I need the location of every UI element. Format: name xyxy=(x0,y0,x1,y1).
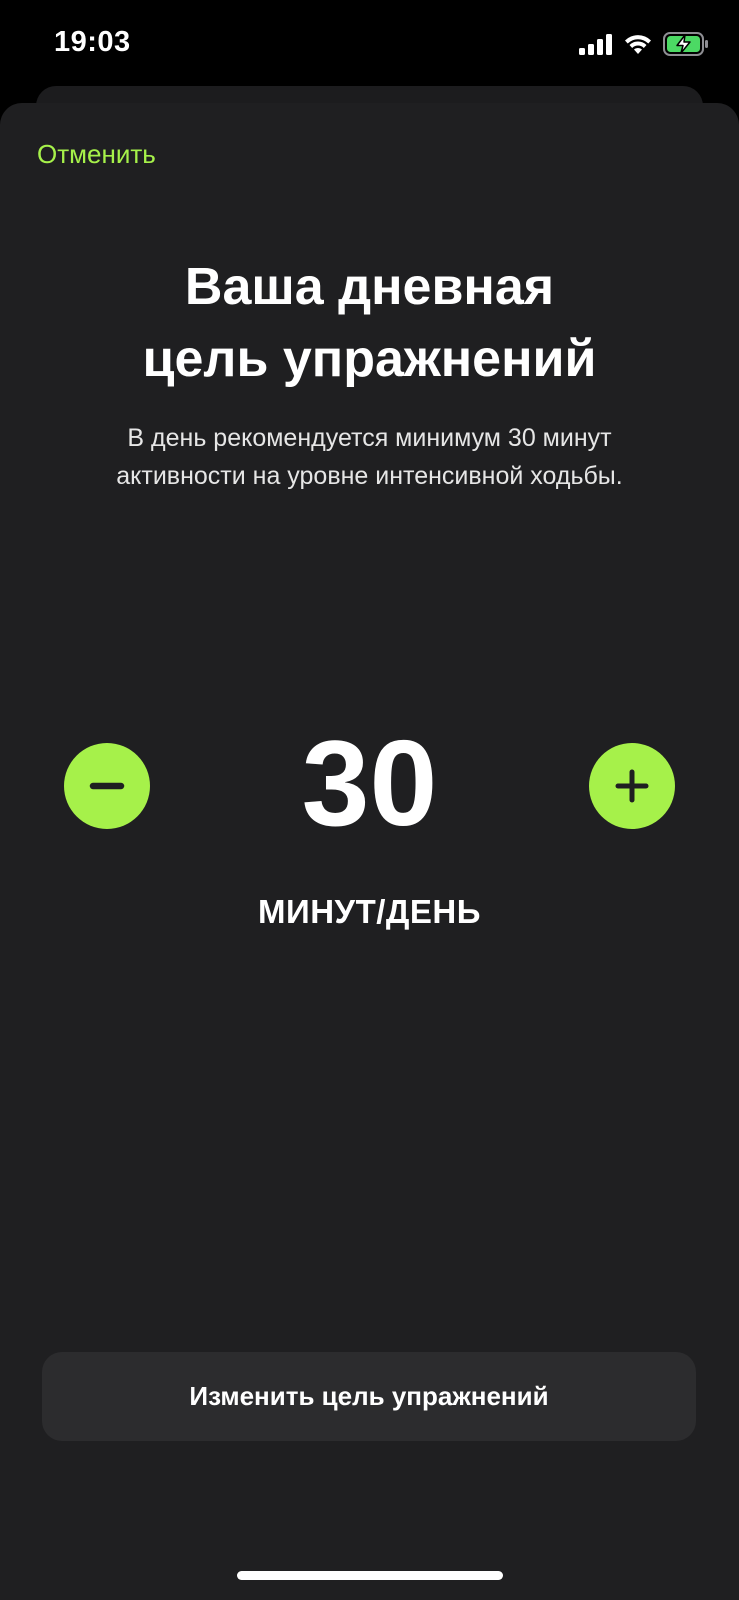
goal-unit: МИНУТ/ДЕНЬ xyxy=(258,893,481,930)
title-line-1: Ваша дневная xyxy=(184,258,555,316)
title-line-2: цель упражнений xyxy=(142,330,597,388)
subtitle: В день рекомендуется минимум 30 минут ак… xyxy=(0,419,739,495)
status-time: 19:03 xyxy=(54,26,131,58)
wifi-icon xyxy=(623,33,653,55)
page-title: Ваша дневная цель упражнений xyxy=(0,251,739,395)
status-icons xyxy=(579,30,709,58)
change-goal-button[interactable]: Изменить цель упражнений xyxy=(42,1352,696,1441)
increase-button[interactable] xyxy=(589,743,675,829)
battery-charging-icon xyxy=(663,32,709,56)
subtitle-line-1: В день рекомендуется минимум 30 минут xyxy=(127,424,612,452)
status-bar: 19:03 xyxy=(0,0,739,90)
plus-icon xyxy=(615,769,649,803)
cancel-button[interactable]: Отменить xyxy=(37,139,156,170)
home-indicator[interactable] xyxy=(237,1571,503,1580)
exercise-goal-sheet: Отменить Ваша дневная цель упражнений В … xyxy=(0,103,739,1600)
signal-icon xyxy=(579,33,613,55)
screen: 19:03 Отменить Ваша дневная цель упражне… xyxy=(0,0,739,1600)
subtitle-line-2: активности на уровне интенсивной ходьбы. xyxy=(116,462,623,490)
